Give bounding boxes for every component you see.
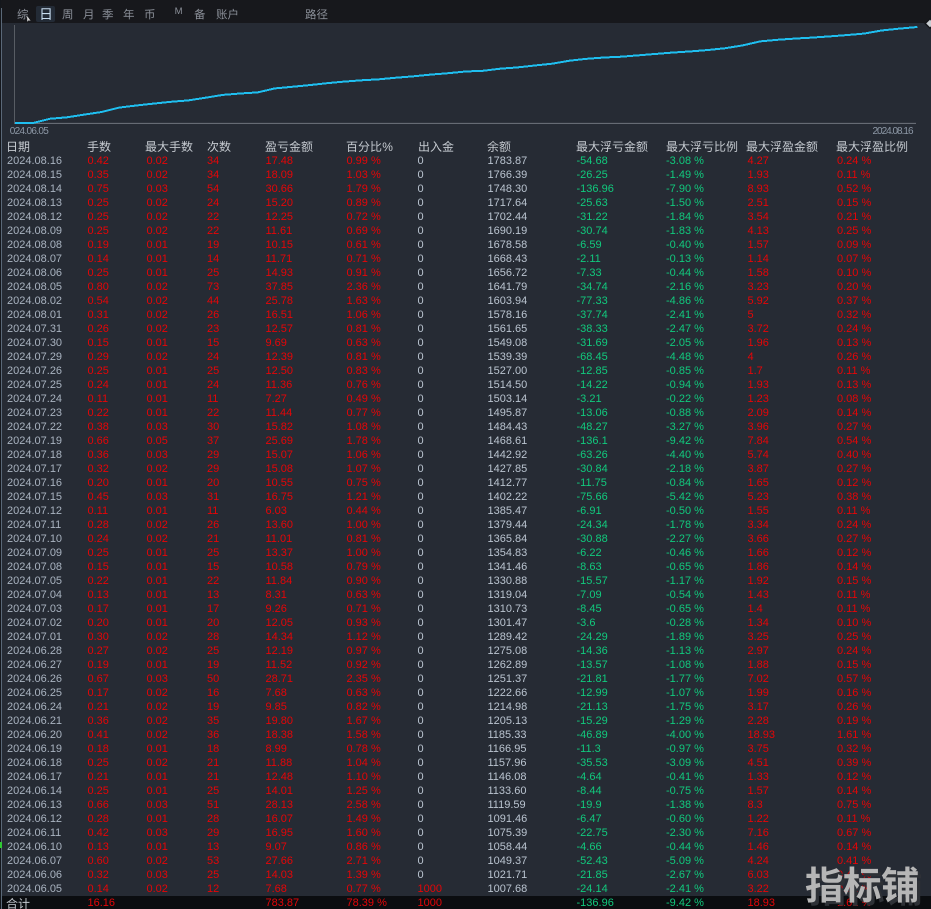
- svg-text:024.06.05: 024.06.05: [10, 126, 49, 137]
- svg-text:2024.08.16: 2024.08.16: [873, 126, 914, 137]
